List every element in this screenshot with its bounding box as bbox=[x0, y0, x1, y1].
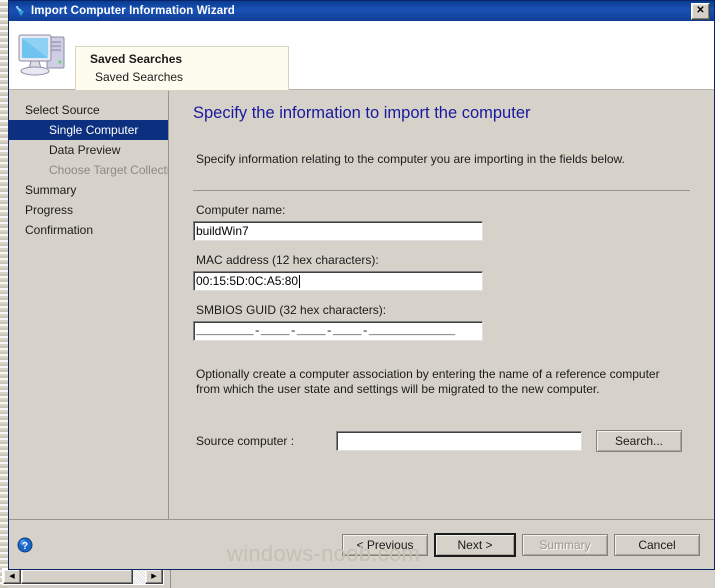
text-caret bbox=[299, 274, 301, 288]
watermark: windows-noob.com bbox=[227, 541, 421, 566]
sidebar-item-progress[interactable]: Progress bbox=[9, 200, 168, 220]
sidebar-item-data-preview[interactable]: Data Preview bbox=[9, 140, 168, 160]
next-button[interactable]: Next > bbox=[434, 532, 516, 557]
sidebar-item-summary[interactable]: Summary bbox=[9, 180, 168, 200]
import-computer-wizard-dialog: Import Computer Information Wizard ✕ Sav… bbox=[8, 0, 715, 570]
page-title: Specify the information to import the co… bbox=[193, 104, 531, 122]
computer-name-value: buildWin7 bbox=[196, 224, 249, 238]
saved-searches-tooltip: Saved Searches Saved Searches bbox=[75, 46, 289, 91]
search-button[interactable]: Search... bbox=[596, 430, 682, 452]
tooltip-title: Saved Searches bbox=[90, 52, 183, 66]
source-computer-label: Source computer : bbox=[196, 434, 295, 448]
smbios-guid-input[interactable]: ________-____-____-____-____________ bbox=[193, 321, 483, 341]
computer-name-input[interactable]: buildWin7 bbox=[193, 221, 483, 241]
import-arrow-icon bbox=[13, 4, 27, 18]
summary-button: Summary bbox=[522, 533, 608, 556]
tooltip-body: Saved Searches bbox=[95, 70, 184, 84]
window-title: Import Computer Information Wizard bbox=[31, 5, 235, 17]
scrollbar-thumb[interactable] bbox=[21, 569, 133, 584]
sidebar-item-choose-target-collection[interactable]: Choose Target Collection bbox=[9, 160, 168, 180]
background-window-content bbox=[0, 0, 8, 588]
smbios-guid-label: SMBIOS GUID (32 hex characters): bbox=[196, 303, 387, 317]
mac-address-value: 00:15:5D:0C:A5:80 bbox=[196, 274, 299, 288]
sidebar-item-select-source[interactable]: Select Source bbox=[9, 100, 168, 120]
mac-address-input[interactable]: 00:15:5D:0C:A5:80 bbox=[193, 271, 483, 291]
wizard-step-navigation: Select Source Single Computer Data Previ… bbox=[9, 90, 169, 569]
intro-text: Specify information relating to the comp… bbox=[196, 152, 625, 166]
computer-name-label: Computer name: bbox=[196, 203, 286, 217]
source-computer-input[interactable] bbox=[336, 431, 582, 451]
source-computer-row: Source computer : Search... bbox=[193, 430, 696, 452]
sidebar-item-single-computer[interactable]: Single Computer bbox=[9, 120, 168, 140]
sidebar-item-confirmation[interactable]: Confirmation bbox=[9, 220, 168, 240]
wizard-body: Select Source Single Computer Data Previ… bbox=[9, 90, 714, 569]
close-icon[interactable]: ✕ bbox=[691, 2, 710, 20]
horizontal-scrollbar[interactable]: ◀ ▶ bbox=[2, 568, 164, 585]
help-question-icon[interactable]: ? bbox=[17, 537, 33, 553]
cancel-button[interactable]: Cancel bbox=[614, 533, 700, 556]
scrollbar-left-arrow-icon[interactable]: ◀ bbox=[3, 569, 21, 584]
wizard-content-pane: Specify the information to import the co… bbox=[169, 90, 714, 569]
section-divider bbox=[193, 190, 690, 191]
scrollbar-right-arrow-icon[interactable]: ▶ bbox=[145, 569, 163, 584]
svg-text:?: ? bbox=[22, 540, 28, 551]
title-bar[interactable]: Import Computer Information Wizard ✕ bbox=[9, 1, 714, 21]
wizard-footer: ? windows-noob.com < Previous Next > Sum… bbox=[9, 520, 714, 569]
mac-address-label: MAC address (12 hex characters): bbox=[196, 253, 379, 267]
association-description: Optionally create a computer association… bbox=[196, 367, 660, 396]
scrollbar-track[interactable] bbox=[133, 569, 145, 584]
computer-icon bbox=[15, 29, 73, 81]
smbios-guid-value: ________-____-____-____-____________ bbox=[196, 324, 456, 338]
